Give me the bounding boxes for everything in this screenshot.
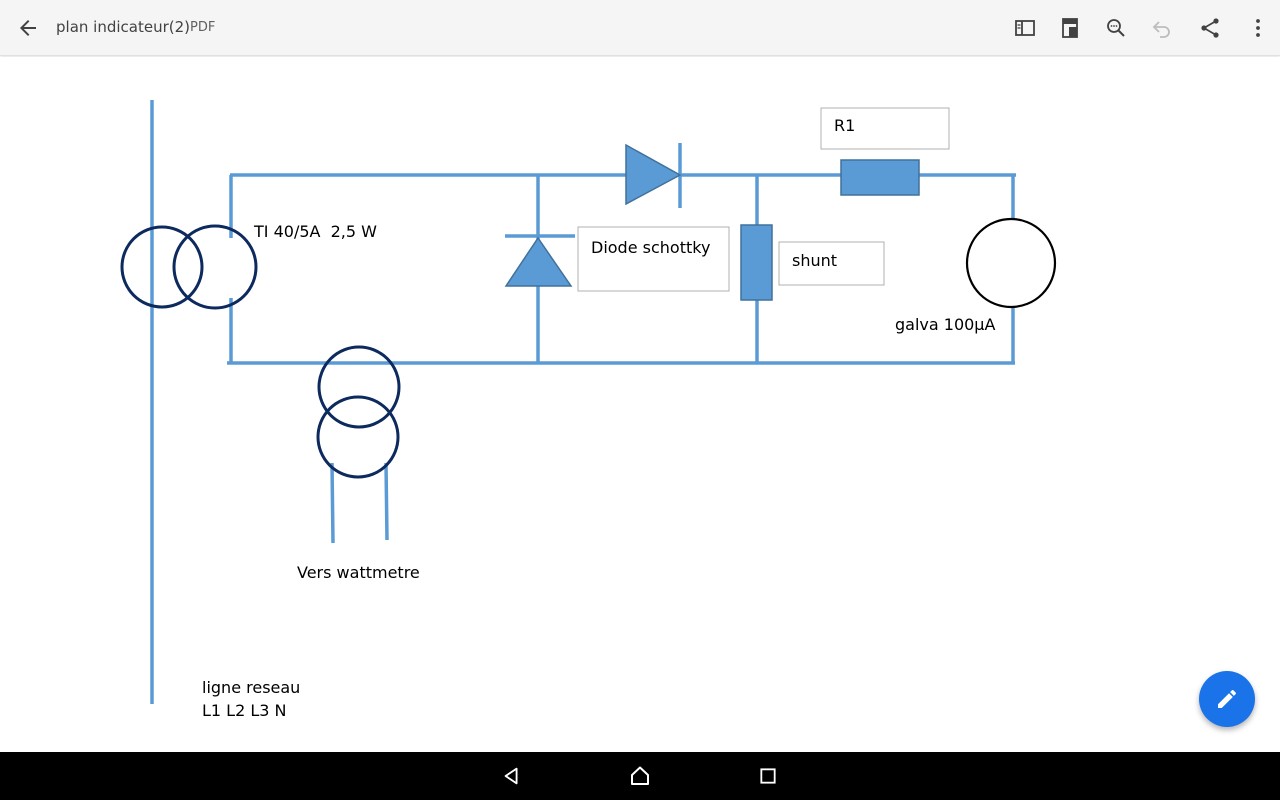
r1-resistor-symbol: [840, 159, 920, 196]
top-diode-symbol: [625, 143, 682, 206]
document-page[interactable]: TI 40/5A 2,5 W Diode schottky shunt R1 g…: [0, 57, 1280, 752]
reading-mode-icon: [1015, 20, 1035, 36]
back-arrow-icon: [20, 20, 36, 36]
system-navigation-bar: [0, 752, 1280, 800]
galvanometer-symbol: [965, 217, 1057, 309]
edit-fab-button[interactable]: [1199, 671, 1255, 727]
reading-mode-button[interactable]: [1005, 8, 1045, 48]
wattmeter-label: Vers wattmetre: [297, 563, 420, 582]
search-button[interactable]: [1096, 8, 1136, 48]
more-options-button[interactable]: [1238, 8, 1278, 48]
document-title: plan indicateur(2): [56, 18, 190, 36]
shunt-resistor-symbol: [740, 224, 773, 301]
ti-primary-coil: [120, 225, 204, 309]
page-layout-icon: [1062, 18, 1078, 38]
back-button[interactable]: [8, 8, 48, 48]
phases-label: L1 L2 L3 N: [202, 701, 287, 720]
r1-label: R1: [834, 116, 855, 135]
shunt-label: shunt: [792, 251, 837, 270]
circuit-diagram: TI 40/5A 2,5 W Diode schottky shunt R1 g…: [120, 100, 1057, 720]
edit-pencil-icon: [1218, 689, 1237, 708]
recents-square-icon: [760, 768, 776, 784]
transformer-wattmeter: [316, 345, 401, 479]
ti-label: TI 40/5A 2,5 W: [253, 222, 377, 241]
undo-icon: [1152, 21, 1170, 38]
wattmeter-lead-2: [384, 462, 389, 541]
wattmeter-lead-1: [330, 462, 335, 544]
home-icon: [631, 766, 649, 785]
schottky-diode-symbol: [504, 236, 573, 287]
share-button[interactable]: [1190, 8, 1230, 48]
wattmeter-coil-top: [317, 345, 401, 429]
diode-label-box: [577, 226, 730, 292]
nav-recents-button[interactable]: [744, 756, 792, 796]
diode-schottky-label: Diode schottky: [591, 238, 710, 257]
undo-button[interactable]: [1142, 8, 1182, 48]
document-type-badge: PDF: [190, 20, 216, 35]
nav-back-button[interactable]: [488, 756, 536, 796]
search-icon: [1107, 19, 1125, 37]
galva-label: galva 100µA: [895, 315, 995, 334]
app-bar: plan indicateur(2) PDF: [0, 0, 1280, 56]
ligne-reseau-label: ligne reseau: [202, 678, 300, 697]
page-layout-button[interactable]: [1050, 8, 1090, 48]
wattmeter-coil-bottom: [316, 395, 400, 479]
share-icon: [1201, 18, 1219, 38]
more-vert-icon: [1256, 19, 1260, 37]
nav-home-button[interactable]: [616, 756, 664, 796]
back-triangle-icon: [504, 767, 518, 785]
